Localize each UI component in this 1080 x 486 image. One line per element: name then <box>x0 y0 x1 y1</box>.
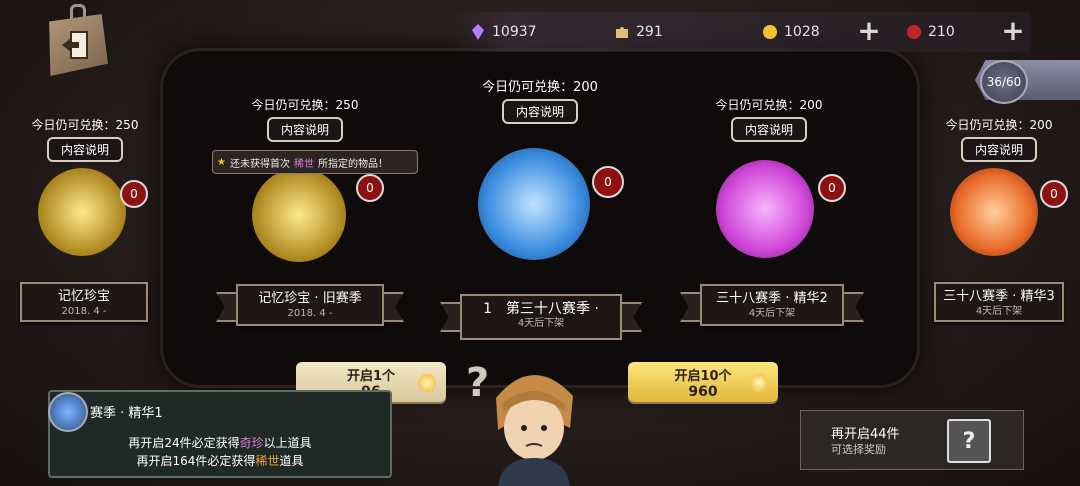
puzzle-piece-icon <box>616 27 628 38</box>
progress-badge: 36/60 <box>980 60 1028 104</box>
pity-line-1-post: 以上道具 <box>263 436 312 450</box>
first-rare-tooltip: ★ 还未获得首次 稀世 所指定的物品！ <box>212 150 418 174</box>
pool-title: 第三十八赛季 · <box>506 301 599 317</box>
pity-line-1-pre: 再开启24件必定获得 <box>128 436 240 450</box>
pool-card[interactable]: 今日仍可兑换：200 内容说明 <box>704 96 834 142</box>
pity-line-2-pre: 再开启164件必定获得 <box>136 454 256 468</box>
pool-orb[interactable] <box>38 168 126 256</box>
currency-value: 1028 <box>784 24 820 40</box>
pity-line-2: 再开启164件必定获得稀世道具 <box>50 452 390 469</box>
count-badge: 0 <box>356 174 384 202</box>
pity-line-2-highlight: 稀世 <box>255 454 280 468</box>
tooltip-highlight: 稀世 <box>293 158 314 170</box>
currency-value: 291 <box>636 24 663 40</box>
description-button[interactable]: 内容说明 <box>730 117 807 142</box>
reward-card[interactable]: 再开启44件 可选择奖励 ? <box>800 410 1024 470</box>
pool-orb[interactable] <box>252 168 346 262</box>
count-badge: 0 <box>120 180 148 208</box>
remain-text: 今日仍可兑换：200 <box>715 98 823 112</box>
description-button[interactable]: 内容说明 <box>46 137 123 162</box>
count-badge: 0 <box>818 174 846 202</box>
pool-banner: 三十八赛季 · 精华3 4天后下架 <box>934 282 1064 322</box>
pool-banner: 记忆珍宝 · 旧赛季 2018. 4 - <box>216 284 404 326</box>
currency-value: 210 <box>928 24 955 40</box>
description-button[interactable]: 内容说明 <box>960 137 1037 162</box>
pool-title: 记忆珍宝 <box>57 289 110 304</box>
pool-orb[interactable] <box>716 160 814 258</box>
exit-door-icon <box>62 31 88 59</box>
pity-line-2-post: 道具 <box>279 454 304 468</box>
description-button[interactable]: 内容说明 <box>501 99 578 124</box>
lightbulb-icon <box>418 374 436 392</box>
pool-card[interactable]: 今日仍可兑换：200 内容说明 <box>470 76 610 124</box>
pity-info-card: 赛季 · 精华1 再开启24件必定获得奇珍以上道具 再开启164件必定获得稀世道… <box>48 390 392 478</box>
currency-coin: 1028 <box>762 18 820 46</box>
pool-orb[interactable] <box>478 148 590 260</box>
currency-purple-crystal: 10937 <box>470 18 537 46</box>
pool-title: 记忆珍宝 · 旧赛季 <box>258 291 362 306</box>
pool-title: 三十八赛季 · 精华3 <box>943 289 1055 304</box>
remain-text: 今日仍可兑换：200 <box>945 118 1053 132</box>
character-mascot <box>496 374 573 486</box>
add-coin-button[interactable]: + <box>856 17 882 45</box>
tooltip-prefix: 还未获得首次 <box>229 158 290 170</box>
count-badge: 0 <box>1040 180 1068 208</box>
currency-red-gem: 210 <box>906 18 955 46</box>
star-icon: ★ <box>217 156 226 168</box>
pool-subtitle: 4天后下架 <box>517 318 565 329</box>
description-button[interactable]: 内容说明 <box>266 117 343 142</box>
exit-button[interactable] <box>49 14 108 76</box>
lightbulb-icon <box>750 374 768 392</box>
pool-card[interactable]: 今日仍可兑换：200 内容说明 <box>940 116 1058 162</box>
remain-text: 今日仍可兑换：250 <box>251 98 359 112</box>
pity-line-1-highlight: 奇珍 <box>239 436 264 450</box>
pool-banner: 三十八赛季 · 精华2 4天后下架 <box>680 284 864 326</box>
pity-line-1: 再开启24件必定获得奇珍以上道具 <box>50 434 390 451</box>
currency-value: 10937 <box>492 24 537 40</box>
remain-text: 今日仍可兑换：250 <box>31 118 139 132</box>
pool-subtitle: 2018. 4 - <box>61 306 107 317</box>
pool-title: 三十八赛季 · 精华2 <box>716 291 828 306</box>
pool-subtitle: 4天后下架 <box>975 306 1023 317</box>
pool-subtitle: 4天后下架 <box>748 308 796 319</box>
mystery-reward-icon[interactable]: ? <box>947 419 991 463</box>
pool-card[interactable]: 今日仍可兑换：250 内容说明 <box>240 96 370 142</box>
purple-crystal-icon <box>472 24 484 40</box>
pool-subtitle: 2018. 4 - <box>287 308 333 319</box>
currency-puzzle: 291 <box>614 18 663 46</box>
pool-banner: 记忆珍宝 2018. 4 - <box>20 282 148 322</box>
count-badge: 0 <box>592 166 624 198</box>
reward-line-1: 再开启44件 <box>831 427 900 442</box>
pool-orb[interactable] <box>950 168 1038 256</box>
pool-banner: 1 第三十八赛季 · 4天后下架 <box>440 294 642 340</box>
season-badge-icon <box>48 392 88 432</box>
pool-card[interactable]: 今日仍可兑换：250 内容说明 <box>30 116 140 162</box>
red-gem-icon <box>907 25 921 39</box>
pool-title-prefix: 1 <box>483 301 492 317</box>
reward-line-2: 可选择奖励 <box>831 443 886 456</box>
add-gem-button[interactable]: + <box>1000 17 1026 45</box>
coin-icon <box>763 25 777 39</box>
info-title: 赛季 · 精华1 <box>90 406 163 421</box>
open-ten-button[interactable]: 开启10个 960 <box>628 362 778 402</box>
tooltip-suffix: 所指定的物品！ <box>317 158 388 170</box>
remain-text: 今日仍可兑换：200 <box>482 80 598 95</box>
